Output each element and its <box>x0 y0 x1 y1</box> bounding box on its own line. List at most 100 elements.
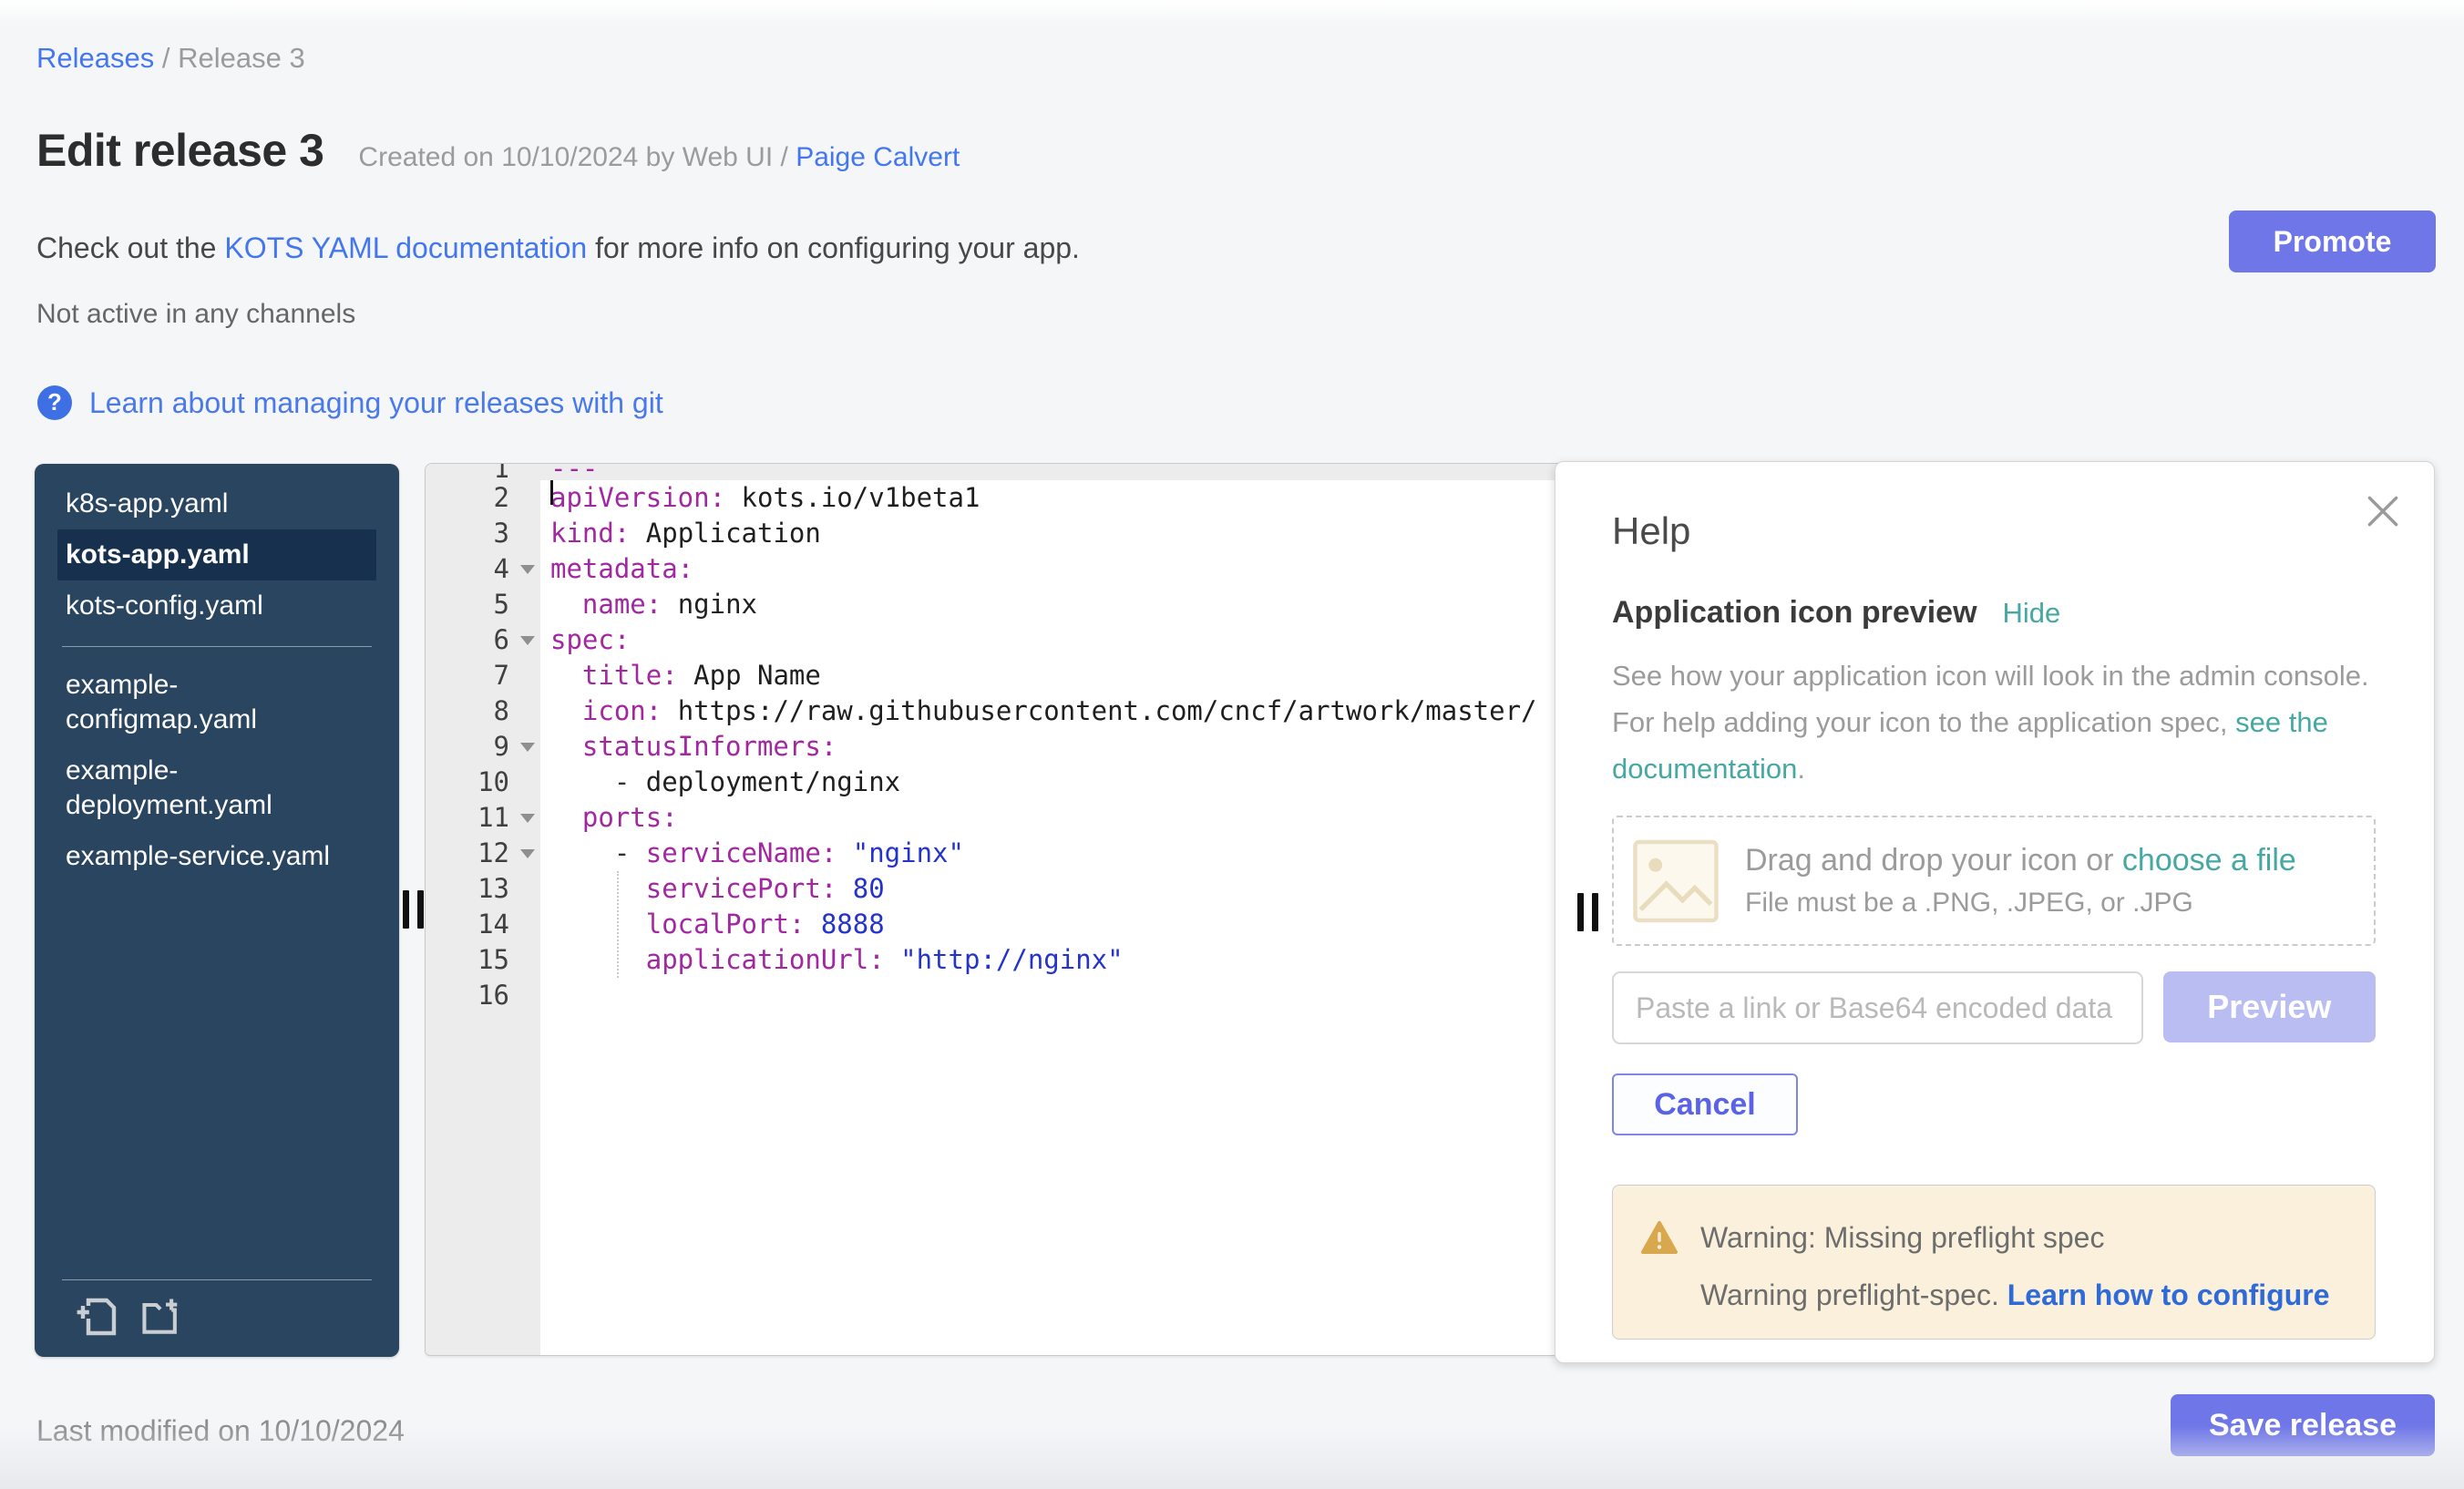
code-line-1: --- <box>550 464 598 480</box>
line-number: 15 <box>426 942 540 978</box>
page-title: Edit release 3 <box>36 124 323 177</box>
line-number: 10 <box>426 765 540 800</box>
sidebar-bottom <box>35 1279 399 1357</box>
last-modified-text: Last modified on 10/10/2024 <box>36 1414 405 1448</box>
line-number: 9 <box>426 729 540 765</box>
text-cursor <box>550 480 553 505</box>
warning-triangle-icon <box>1640 1220 1679 1255</box>
icon-preview-section-header: Application icon preview Hide <box>1612 595 2376 631</box>
indent-guide <box>617 871 619 978</box>
learn-configure-link[interactable]: Learn how to configure <box>2007 1278 2330 1311</box>
kots-docs-link[interactable]: KOTS YAML documentation <box>224 231 587 264</box>
line-number: 3 <box>426 516 540 551</box>
line-number: 5 <box>426 587 540 622</box>
close-icon[interactable] <box>2366 495 2399 528</box>
gutter-filler <box>426 1013 540 1355</box>
code-text: applicationUrl: "http://nginx" <box>540 942 1124 978</box>
sidebar-actions <box>35 1280 399 1357</box>
code-text: ports: <box>540 800 678 836</box>
line-number: 14 <box>426 907 540 942</box>
promote-button[interactable]: Promote <box>2229 211 2436 272</box>
dropzone-hint: File must be a .PNG, .JPEG, or .JPG <box>1745 888 2296 919</box>
line-number: 1 <box>426 464 540 480</box>
release-workspace: k8s-app.yamlkots-app.yamlkots-config.yam… <box>35 463 2433 1357</box>
description-line: Check out the KOTS YAML documentation fo… <box>36 231 1080 265</box>
svg-text:?: ? <box>47 388 62 416</box>
question-circle-icon: ? <box>36 385 73 421</box>
sidebar-item-kots-config.yaml[interactable]: kots-config.yaml <box>57 580 376 632</box>
code-text: - deployment/nginx <box>540 765 900 800</box>
author-link[interactable]: Paige Calvert <box>796 142 960 172</box>
cancel-button[interactable]: Cancel <box>1612 1073 1798 1135</box>
section-title: Application icon preview <box>1612 595 1977 631</box>
code-text: title: App Name <box>540 658 821 693</box>
code-text: localPort: 8888 <box>540 907 885 942</box>
fold-arrow-icon[interactable] <box>520 814 535 823</box>
code-text: name: nginx <box>540 587 757 622</box>
created-text: Created on 10/10/2024 by Web UI / <box>358 142 796 172</box>
sidebar-resize-handle[interactable] <box>403 890 424 929</box>
code-text: icon: https://raw.githubusercontent.com/… <box>540 693 1537 729</box>
code-text: kind: Application <box>540 516 821 551</box>
dropzone-label: Drag and drop your icon or <box>1745 843 2122 878</box>
help-panel: Help Application icon preview Hide See h… <box>1555 461 2435 1363</box>
help-body-text: See how your application icon will look … <box>1612 652 2387 792</box>
edit-release-page: Releases / Release 3 Edit release 3 Crea… <box>0 0 2464 1489</box>
title-row: Edit release 3 Created on 10/10/2024 by … <box>36 124 960 177</box>
add-file-icon[interactable] <box>76 1295 123 1339</box>
line-number: 6 <box>426 622 540 658</box>
icon-url-input[interactable] <box>1612 971 2143 1044</box>
line-number: 7 <box>426 658 540 693</box>
line-number: 8 <box>426 693 540 729</box>
add-folder-icon[interactable] <box>138 1295 185 1339</box>
file-sidebar: k8s-app.yamlkots-app.yamlkots-config.yam… <box>35 464 399 1357</box>
icon-url-row: Preview <box>1612 971 2376 1044</box>
warning-title: Warning: Missing preflight spec <box>1700 1221 2104 1255</box>
fold-arrow-icon[interactable] <box>520 565 535 574</box>
breadcrumb: Releases / Release 3 <box>36 42 305 75</box>
help-panel-resize-handle[interactable] <box>1577 893 1598 931</box>
icon-dropzone[interactable]: Drag and drop your icon or choose a file… <box>1612 816 2376 946</box>
save-release-button[interactable]: Save release <box>2171 1394 2435 1456</box>
code-text: apiVersion: kots.io/v1beta1 <box>540 480 980 516</box>
desc-text-after: for more info on configuring your app. <box>587 231 1080 264</box>
preflight-warning-box: Warning: Missing preflight spec Warning … <box>1612 1185 2376 1340</box>
warning-detail: Warning preflight-spec. Learn how to con… <box>1700 1278 2375 1312</box>
channel-status: Not active in any channels <box>36 299 355 330</box>
code-text: spec: <box>540 622 630 658</box>
git-help-row[interactable]: ? Learn about managing your releases wit… <box>36 385 663 421</box>
code-text: - serviceName: "nginx" <box>540 836 964 871</box>
file-list: k8s-app.yamlkots-app.yamlkots-config.yam… <box>35 478 399 882</box>
dropzone-text: Drag and drop your icon or choose a file… <box>1745 843 2296 919</box>
line-number: 2 <box>426 480 540 516</box>
preview-button[interactable]: Preview <box>2163 971 2376 1042</box>
sidebar-item-k8s-app.yaml[interactable]: k8s-app.yaml <box>57 478 376 529</box>
hide-link[interactable]: Hide <box>2003 597 2061 630</box>
help-title: Help <box>1612 509 2376 553</box>
fold-arrow-icon[interactable] <box>520 636 535 645</box>
breadcrumb-current: Release 3 <box>178 42 305 74</box>
sidebar-item-example-deployment.yaml[interactable]: example-deployment.yaml <box>57 745 376 831</box>
code-text: servicePort: 80 <box>540 871 885 907</box>
line-number: 12 <box>426 836 540 871</box>
sidebar-item-kots-app.yaml[interactable]: kots-app.yaml <box>57 529 376 580</box>
code-text: metadata: <box>540 551 693 587</box>
code-text <box>540 978 550 1013</box>
image-placeholder-icon <box>1632 839 1720 923</box>
sidebar-item-example-service.yaml[interactable]: example-service.yaml <box>57 831 376 882</box>
line-number: 13 <box>426 871 540 907</box>
fold-arrow-icon[interactable] <box>520 743 535 752</box>
line-number: 4 <box>426 551 540 587</box>
breadcrumb-releases-link[interactable]: Releases <box>36 42 154 74</box>
help-body-after: . <box>1797 753 1805 785</box>
created-line: Created on 10/10/2024 by Web UI / Paige … <box>358 142 960 173</box>
file-group-divider <box>62 646 372 647</box>
sidebar-item-example-configmap.yaml[interactable]: example-configmap.yaml <box>57 660 376 745</box>
line-number: 11 <box>426 800 540 836</box>
fold-arrow-icon[interactable] <box>520 849 535 858</box>
warning-detail-text: Warning preflight-spec. <box>1700 1278 2007 1311</box>
line-number: 16 <box>426 978 540 1013</box>
code-text: statusInformers: <box>540 729 837 765</box>
git-help-link[interactable]: Learn about managing your releases with … <box>89 386 663 420</box>
choose-file-link[interactable]: choose a file <box>2122 843 2296 878</box>
